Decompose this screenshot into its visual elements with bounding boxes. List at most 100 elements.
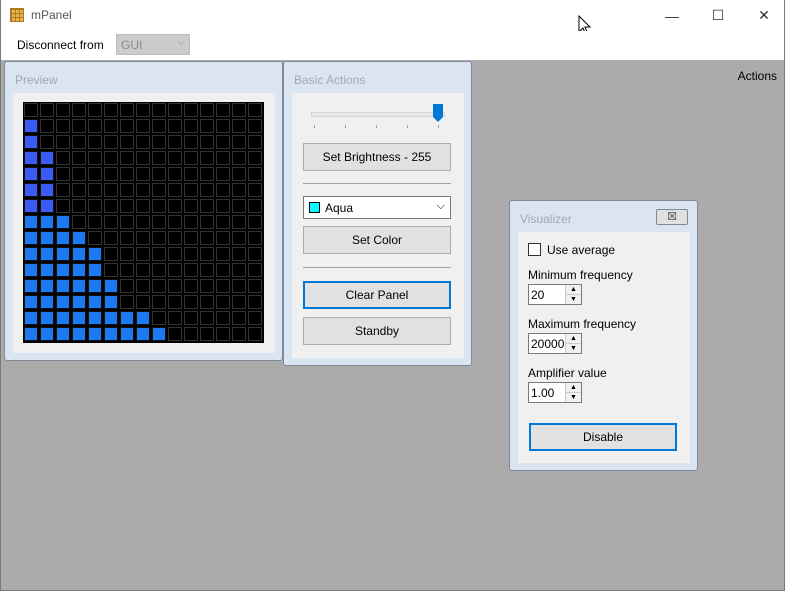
led-cell[interactable] xyxy=(136,119,150,133)
led-cell[interactable] xyxy=(216,247,230,261)
led-cell[interactable] xyxy=(248,263,262,277)
led-cell[interactable] xyxy=(248,183,262,197)
led-cell[interactable] xyxy=(216,311,230,325)
led-cell[interactable] xyxy=(216,103,230,117)
led-cell[interactable] xyxy=(72,119,86,133)
led-cell[interactable] xyxy=(216,135,230,149)
led-cell[interactable] xyxy=(88,327,102,341)
led-cell[interactable] xyxy=(56,183,70,197)
led-cell[interactable] xyxy=(40,103,54,117)
led-cell[interactable] xyxy=(200,135,214,149)
led-cell[interactable] xyxy=(88,231,102,245)
led-cell[interactable] xyxy=(152,135,166,149)
led-cell[interactable] xyxy=(184,311,198,325)
led-cell[interactable] xyxy=(40,263,54,277)
led-cell[interactable] xyxy=(168,103,182,117)
led-cell[interactable] xyxy=(168,183,182,197)
led-cell[interactable] xyxy=(88,279,102,293)
led-cell[interactable] xyxy=(72,103,86,117)
amplifier-input[interactable]: 1.00 ▲ ▼ xyxy=(528,382,582,403)
led-cell[interactable] xyxy=(152,279,166,293)
led-cell[interactable] xyxy=(88,183,102,197)
actions-menu[interactable]: Actions xyxy=(738,69,777,83)
led-cell[interactable] xyxy=(168,295,182,309)
led-cell[interactable] xyxy=(40,199,54,213)
led-cell[interactable] xyxy=(184,151,198,165)
spin-down-icon[interactable]: ▼ xyxy=(566,295,581,304)
spin-up-icon[interactable]: ▲ xyxy=(566,285,581,295)
led-cell[interactable] xyxy=(184,103,198,117)
led-cell[interactable] xyxy=(40,183,54,197)
led-cell[interactable] xyxy=(88,103,102,117)
led-cell[interactable] xyxy=(168,311,182,325)
led-cell[interactable] xyxy=(136,151,150,165)
standby-button[interactable]: Standby xyxy=(303,317,451,345)
led-cell[interactable] xyxy=(56,151,70,165)
led-cell[interactable] xyxy=(104,151,118,165)
led-cell[interactable] xyxy=(136,263,150,277)
led-cell[interactable] xyxy=(40,311,54,325)
led-cell[interactable] xyxy=(136,167,150,181)
led-cell[interactable] xyxy=(88,215,102,229)
led-cell[interactable] xyxy=(40,119,54,133)
led-cell[interactable] xyxy=(200,103,214,117)
led-cell[interactable] xyxy=(152,231,166,245)
led-cell[interactable] xyxy=(24,199,38,213)
led-cell[interactable] xyxy=(72,199,86,213)
led-cell[interactable] xyxy=(152,295,166,309)
led-cell[interactable] xyxy=(56,167,70,181)
led-cell[interactable] xyxy=(152,167,166,181)
led-cell[interactable] xyxy=(120,327,134,341)
led-cell[interactable] xyxy=(24,327,38,341)
led-cell[interactable] xyxy=(136,231,150,245)
led-cell[interactable] xyxy=(72,311,86,325)
led-cell[interactable] xyxy=(104,119,118,133)
led-cell[interactable] xyxy=(232,263,246,277)
led-cell[interactable] xyxy=(120,167,134,181)
led-cell[interactable] xyxy=(72,231,86,245)
led-cell[interactable] xyxy=(120,247,134,261)
min-frequency-input[interactable]: 20 ▲ ▼ xyxy=(528,284,582,305)
spin-down-icon[interactable]: ▼ xyxy=(566,344,581,353)
disable-button[interactable]: Disable xyxy=(529,423,677,451)
led-cell[interactable] xyxy=(104,215,118,229)
led-cell[interactable] xyxy=(88,247,102,261)
led-cell[interactable] xyxy=(56,295,70,309)
led-cell[interactable] xyxy=(40,279,54,293)
led-cell[interactable] xyxy=(120,135,134,149)
led-cell[interactable] xyxy=(248,279,262,293)
led-cell[interactable] xyxy=(88,167,102,181)
led-cell[interactable] xyxy=(24,119,38,133)
led-cell[interactable] xyxy=(120,199,134,213)
led-cell[interactable] xyxy=(104,199,118,213)
led-cell[interactable] xyxy=(136,311,150,325)
led-cell[interactable] xyxy=(40,247,54,261)
led-cell[interactable] xyxy=(120,103,134,117)
led-cell[interactable] xyxy=(56,215,70,229)
led-cell[interactable] xyxy=(24,103,38,117)
led-cell[interactable] xyxy=(72,263,86,277)
led-cell[interactable] xyxy=(232,199,246,213)
led-cell[interactable] xyxy=(184,231,198,245)
led-cell[interactable] xyxy=(56,119,70,133)
led-cell[interactable] xyxy=(152,199,166,213)
led-cell[interactable] xyxy=(136,279,150,293)
led-cell[interactable] xyxy=(56,135,70,149)
led-matrix-grid[interactable] xyxy=(23,102,264,343)
led-cell[interactable] xyxy=(200,295,214,309)
led-cell[interactable] xyxy=(152,215,166,229)
led-cell[interactable] xyxy=(24,279,38,293)
led-cell[interactable] xyxy=(56,263,70,277)
led-cell[interactable] xyxy=(216,167,230,181)
led-cell[interactable] xyxy=(120,295,134,309)
led-cell[interactable] xyxy=(200,231,214,245)
led-cell[interactable] xyxy=(104,263,118,277)
led-cell[interactable] xyxy=(56,327,70,341)
led-cell[interactable] xyxy=(168,199,182,213)
spin-up-icon[interactable]: ▲ xyxy=(566,383,581,393)
led-cell[interactable] xyxy=(136,327,150,341)
led-cell[interactable] xyxy=(216,183,230,197)
led-cell[interactable] xyxy=(248,119,262,133)
led-cell[interactable] xyxy=(232,279,246,293)
led-cell[interactable] xyxy=(72,295,86,309)
